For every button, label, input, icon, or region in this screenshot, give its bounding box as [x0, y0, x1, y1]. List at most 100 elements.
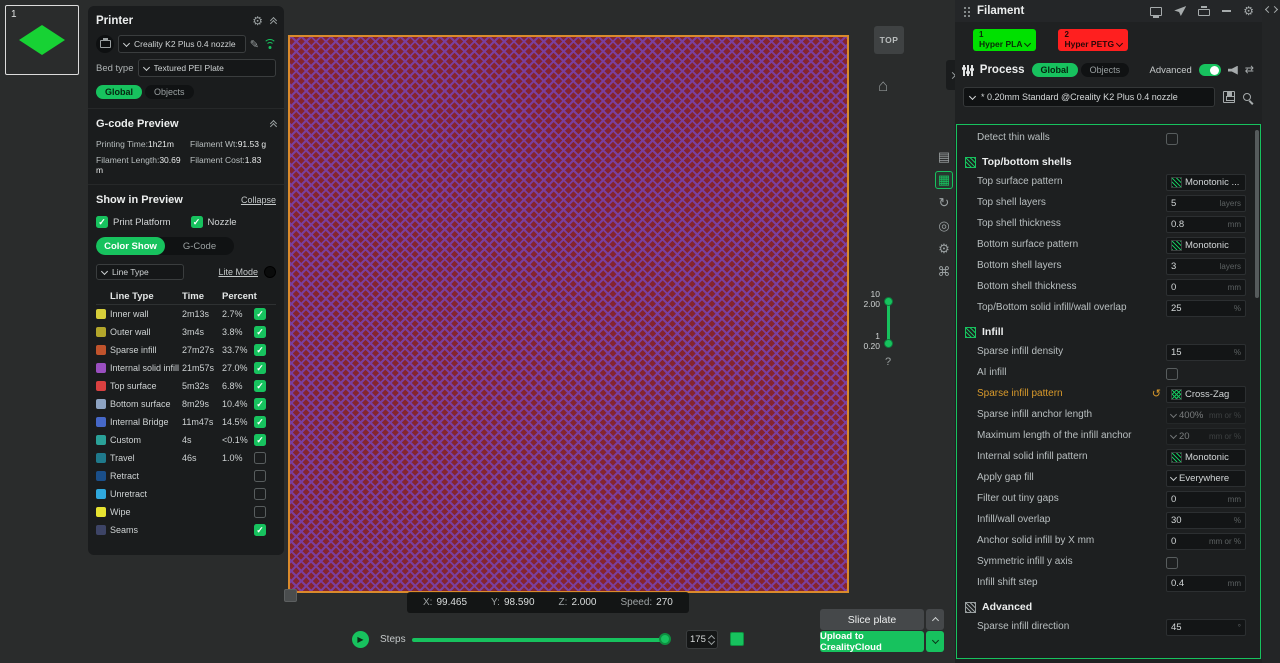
setting-input[interactable]: 0mm	[1166, 491, 1246, 508]
steps-value-input[interactable]: 175	[686, 630, 718, 649]
layer-slider-track[interactable]	[887, 302, 890, 340]
line-type-dropdown[interactable]: Line Type	[96, 264, 184, 280]
setting-input[interactable]: 15%	[1166, 344, 1246, 361]
printer-preset-dropdown[interactable]: Creality K2 Plus 0.4 nozzle	[118, 35, 246, 53]
bed-type-dropdown[interactable]: Textured PEI Plate	[138, 59, 277, 77]
setting-dropdown[interactable]: 20mm or %	[1166, 428, 1246, 445]
upload-dropdown-icon[interactable]	[926, 631, 944, 652]
line-visibility-checkbox[interactable]	[254, 434, 266, 446]
tab-global-left[interactable]: Global	[96, 85, 142, 99]
color-show-button[interactable]: Color Show	[96, 237, 165, 255]
setting-checkbox[interactable]	[1166, 368, 1178, 380]
slice-plate-button[interactable]: Slice plate	[820, 609, 924, 630]
setting-value: 0.8	[1171, 219, 1225, 230]
line-visibility-checkbox[interactable]	[254, 452, 266, 464]
print-platform-checkbox[interactable]	[96, 216, 108, 228]
plate-object-thumbnail[interactable]: 1	[5, 5, 79, 75]
setting-dropdown[interactable]: Monotonic	[1166, 449, 1246, 466]
plate-handle-icon[interactable]	[284, 589, 297, 602]
upload-crealitycloud-button[interactable]: Upload to CrealityCloud	[820, 631, 924, 652]
tab-objects-left[interactable]: Objects	[145, 85, 194, 99]
lite-mode-toggle[interactable]	[264, 266, 276, 278]
save-preset-icon[interactable]	[1223, 91, 1235, 103]
line-visibility-checkbox[interactable]	[254, 416, 266, 428]
process-preset-dropdown[interactable]: * 0.20mm Standard @Creality K2 Plus 0.4 …	[963, 87, 1215, 107]
slice-collapse-icon[interactable]	[926, 609, 944, 630]
announce-icon[interactable]	[1228, 66, 1238, 75]
line-visibility-checkbox[interactable]	[254, 344, 266, 356]
setting-row-infill-shift-step: Infill shift step0.4mm	[957, 573, 1260, 594]
setting-input[interactable]: 30%	[1166, 512, 1246, 529]
layer-slider-top-handle[interactable]	[884, 297, 893, 306]
line-visibility-checkbox[interactable]	[254, 308, 266, 320]
collapse-link[interactable]: Collapse	[241, 195, 276, 205]
tab-objects[interactable]: Objects	[1081, 63, 1130, 77]
send-icon[interactable]	[1174, 6, 1186, 16]
cube-icon[interactable]	[730, 632, 744, 646]
setting-input[interactable]: 5layers	[1166, 195, 1246, 212]
setting-input[interactable]: 3layers	[1166, 258, 1246, 275]
compare-icon[interactable]: ⇄	[1245, 65, 1254, 76]
filament-1-chip[interactable]: 1 Hyper PLA	[973, 29, 1036, 51]
filament-chips: 1 Hyper PLA 2 Hyper PETG	[955, 22, 1262, 57]
line-visibility-checkbox[interactable]	[254, 380, 266, 392]
steps-slider-handle[interactable]	[659, 633, 671, 645]
steps-spinner[interactable]	[709, 636, 714, 644]
steps-slider-track[interactable]	[412, 638, 664, 642]
gcode-preview-object[interactable]	[288, 35, 849, 593]
setting-dropdown[interactable]: Cross-Zag	[1166, 386, 1246, 403]
advanced-toggle[interactable]	[1199, 64, 1221, 76]
view-cube-top[interactable]: TOP	[874, 26, 904, 54]
rotate-view-icon[interactable]: ↻	[935, 194, 953, 212]
device-icon[interactable]	[1150, 7, 1162, 16]
seam-target-icon[interactable]: ◎	[935, 217, 953, 235]
setting-input[interactable]: 0mm	[1166, 279, 1246, 296]
layer-slider-bottom-handle[interactable]	[884, 339, 893, 348]
setting-dropdown[interactable]: Monotonic ...	[1166, 174, 1246, 191]
viewport-settings-icon[interactable]: ⚙	[935, 240, 953, 258]
line-visibility-checkbox[interactable]	[254, 362, 266, 374]
setting-input[interactable]: 0mm or %	[1166, 533, 1246, 550]
setting-dropdown[interactable]: Monotonic	[1166, 237, 1246, 254]
printer-collapse-icon[interactable]	[271, 18, 276, 24]
minimize-icon[interactable]	[1222, 10, 1231, 12]
setting-input[interactable]: 45°	[1166, 619, 1246, 636]
setting-checkbox[interactable]	[1166, 133, 1178, 145]
setting-dropdown[interactable]: Everywhere	[1166, 470, 1246, 487]
setting-dropdown[interactable]: 400%mm or %	[1166, 407, 1246, 424]
lite-mode-label[interactable]: Lite Mode	[218, 267, 258, 277]
shortcuts-icon[interactable]: ⌘	[935, 263, 953, 281]
home-view-icon[interactable]: ⌂	[878, 76, 888, 96]
settings-scrollbar[interactable]	[1255, 130, 1259, 298]
line-visibility-checkbox[interactable]	[254, 506, 266, 518]
setting-input[interactable]: 0.8mm	[1166, 216, 1246, 233]
search-settings-icon[interactable]	[1243, 93, 1251, 101]
device-list-icon[interactable]: ▤	[935, 148, 953, 166]
line-visibility-checkbox[interactable]	[254, 488, 266, 500]
line-type-row-bottom-surface: Bottom surface8m29s10.4%	[96, 395, 276, 413]
help-icon[interactable]: ?	[885, 356, 891, 368]
nozzle-checkbox[interactable]	[191, 216, 203, 228]
line-visibility-checkbox[interactable]	[254, 470, 266, 482]
tab-global[interactable]: Global	[1032, 63, 1078, 77]
print-icon[interactable]	[1198, 9, 1210, 16]
preview-layers-icon[interactable]: ▦	[935, 171, 953, 189]
printer-gear-icon[interactable]: ⚙	[252, 15, 263, 27]
filament-2-chip[interactable]: 2 Hyper PETG	[1058, 29, 1128, 51]
line-visibility-checkbox[interactable]	[254, 398, 266, 410]
swap-panels-icon[interactable]	[1266, 7, 1277, 663]
line-visibility-checkbox[interactable]	[254, 326, 266, 338]
gcode-collapse-icon[interactable]	[271, 121, 276, 127]
setting-checkbox[interactable]	[1166, 557, 1178, 569]
gcode-button[interactable]: G-Code	[165, 237, 234, 255]
reset-value-icon[interactable]: ↺	[1152, 389, 1161, 400]
wifi-icon[interactable]	[263, 39, 276, 50]
edit-printer-icon[interactable]: ✎	[250, 38, 259, 51]
setting-input[interactable]: 0.4mm	[1166, 575, 1246, 592]
setting-input[interactable]: 25%	[1166, 300, 1246, 317]
drag-grip-icon[interactable]	[963, 6, 971, 17]
line-visibility-checkbox[interactable]	[254, 524, 266, 536]
settings-gear-icon[interactable]: ⚙	[1243, 4, 1254, 18]
show-in-preview-title: Show in Preview	[96, 194, 233, 206]
play-button[interactable]: ▶	[352, 631, 369, 648]
